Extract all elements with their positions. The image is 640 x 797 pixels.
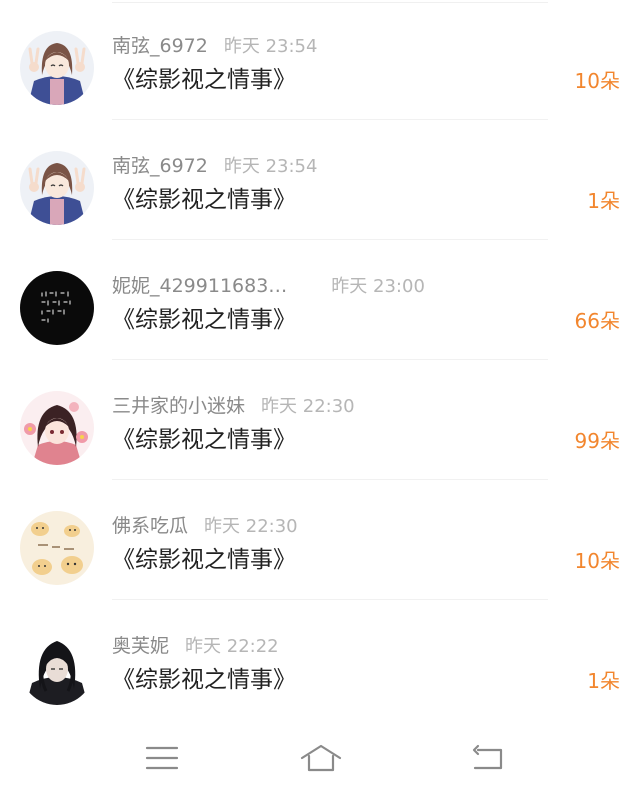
- timestamp: 昨天 23:54: [223, 36, 318, 57]
- flower-count: 1朵: [587, 669, 620, 693]
- list-item[interactable]: 佛系吃瓜 昨天 22:30 《综影视之情事》 10朵: [0, 480, 640, 600]
- username[interactable]: 奥芙妮: [112, 635, 169, 657]
- username[interactable]: 三井家的小迷妹: [112, 395, 245, 417]
- username[interactable]: 妮妮_429911683…: [112, 275, 287, 297]
- avatar[interactable]: [20, 391, 94, 465]
- flower-count: 99朵: [574, 429, 620, 453]
- item-meta: 南弦_6972 昨天 23:54: [112, 32, 317, 60]
- item-meta: 佛系吃瓜 昨天 22:30: [112, 512, 298, 540]
- flower-count: 1朵: [587, 189, 620, 213]
- flower-count: 10朵: [574, 69, 620, 93]
- flower-count: 10朵: [574, 549, 620, 573]
- menu-button[interactable]: [142, 742, 182, 774]
- menu-icon: [145, 746, 179, 770]
- avatar[interactable]: [20, 511, 94, 585]
- avatar[interactable]: [20, 31, 94, 105]
- item-meta: 南弦_6972 昨天 23:54: [112, 152, 317, 180]
- timestamp: 昨天 23:54: [223, 156, 318, 177]
- home-icon: [300, 744, 342, 772]
- timestamp: 昨天 22:30: [204, 516, 298, 537]
- avatar[interactable]: [20, 151, 94, 225]
- book-title[interactable]: 《综影视之情事》: [112, 63, 296, 97]
- book-title[interactable]: 《综影视之情事》: [112, 423, 296, 457]
- item-meta: 奥芙妮 昨天 22:22: [112, 632, 279, 660]
- home-button[interactable]: [299, 742, 343, 774]
- back-icon: [472, 744, 503, 770]
- timestamp: 昨天 22:22: [185, 636, 279, 657]
- list-item[interactable]: 三井家的小迷妹 昨天 22:30 《综影视之情事》 99朵: [0, 360, 640, 480]
- book-title[interactable]: 《综影视之情事》: [112, 663, 296, 697]
- book-title[interactable]: 《综影视之情事》: [112, 183, 296, 217]
- username[interactable]: 南弦_6972: [112, 35, 208, 57]
- list-item[interactable]: 妮妮_429911683… 昨天 23:00 《综影视之情事》 66朵: [0, 240, 640, 360]
- black-text-avatar: [20, 271, 94, 345]
- username[interactable]: 南弦_6972: [112, 155, 208, 177]
- girl-peace-sign-avatar: [20, 151, 94, 225]
- timestamp: 昨天 22:30: [261, 396, 355, 417]
- dark-haired-man-avatar: [20, 631, 94, 705]
- flower-count: 66朵: [574, 309, 620, 333]
- username[interactable]: 佛系吃瓜: [112, 515, 188, 537]
- avatar[interactable]: [20, 271, 94, 345]
- list-item[interactable]: 奥芙妮 昨天 22:22 《综影视之情事》 1朵: [0, 600, 640, 720]
- book-title[interactable]: 《综影视之情事》: [112, 303, 296, 337]
- list-item[interactable]: 南弦_6972 昨天 23:54 《综影视之情事》 10朵: [0, 0, 640, 120]
- book-title[interactable]: 《综影视之情事》: [112, 543, 296, 577]
- back-button[interactable]: [468, 742, 508, 774]
- system-nav-bar: [0, 720, 640, 797]
- girl-peace-sign-avatar: [20, 31, 94, 105]
- avatar[interactable]: [20, 631, 94, 705]
- timestamp: 昨天 23:00: [331, 276, 425, 297]
- anime-girl-flowers-avatar: [20, 391, 94, 465]
- cartoon-cats-avatar: [20, 511, 94, 585]
- item-meta: 三井家的小迷妹 昨天 22:30: [112, 392, 355, 420]
- list-item[interactable]: 南弦_6972 昨天 23:54 《综影视之情事》 1朵: [0, 120, 640, 240]
- item-meta: 妮妮_429911683… 昨天 23:00: [112, 272, 425, 300]
